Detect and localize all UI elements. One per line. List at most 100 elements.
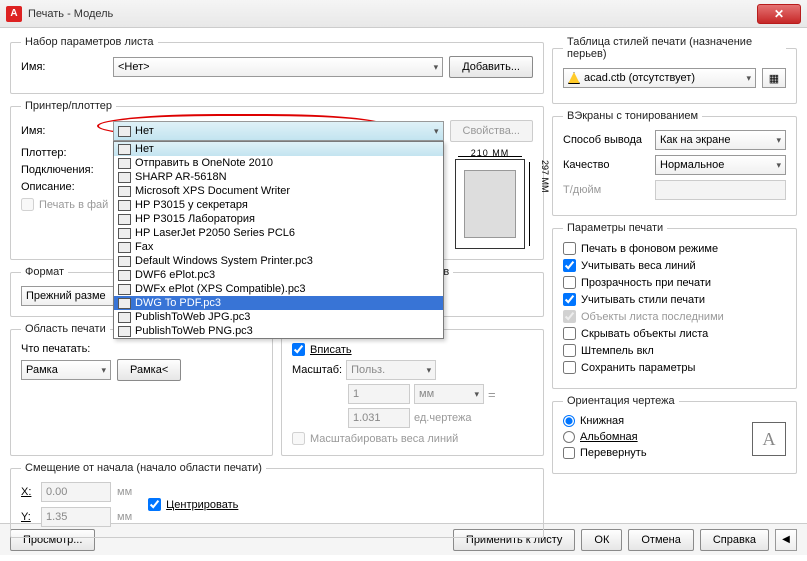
collapse-button[interactable]: ◀ (775, 529, 797, 551)
y-offset-input: 1.35 (41, 507, 111, 527)
scale-group: штао печат Вписать Масштаб: Польз. 1 мм … (281, 323, 544, 456)
plot-area-combo[interactable]: Рамка (21, 360, 111, 380)
dropdown-item[interactable]: Fax (114, 240, 443, 254)
titlebar: A Печать - Модель ✕ (0, 0, 807, 28)
add-page-setup-button[interactable]: Добавить... (449, 56, 533, 78)
help-button[interactable]: Справка (700, 529, 769, 551)
what-to-print-label: Что печатать: (21, 343, 262, 355)
quality-combo[interactable]: Нормальное (655, 155, 786, 175)
printer-icon (118, 270, 131, 281)
quality-label: Качество (563, 159, 649, 171)
shaded-viewport-group: ВЭкраны с тонированием Способ выводаКак … (552, 110, 797, 216)
print-options-group: Параметры печати Печать в фоновом режиме… (552, 222, 797, 389)
connection-label: Подключения: (21, 164, 107, 176)
page-setup-legend: Набор параметров листа (21, 36, 158, 48)
dropdown-item[interactable]: Нет (114, 142, 443, 156)
drawing-unit-label: ед.чертежа (414, 412, 471, 424)
orientation-legend: Ориентация чертежа (563, 395, 679, 407)
description-label: Описание: (21, 181, 107, 193)
reverse-checkbox[interactable]: Перевернуть (563, 447, 744, 459)
cancel-button[interactable]: Отмена (628, 529, 693, 551)
printer-icon (118, 284, 131, 295)
page-setup-name-label: Имя: (21, 61, 107, 73)
print-option-checkbox[interactable]: Учитывать стили печати (563, 293, 786, 306)
y-unit: мм (117, 511, 132, 523)
scale-unit-input: 1 (348, 384, 410, 404)
landscape-radio[interactable]: Альбомная (563, 431, 744, 443)
dropdown-item[interactable]: PublishToWeb JPG.pc3 (114, 310, 443, 324)
printer-icon (118, 172, 131, 183)
dropdown-item[interactable]: Отправить в OneNote 2010 (114, 156, 443, 170)
printer-icon (118, 186, 131, 197)
format-legend: Формат (21, 266, 68, 278)
window-title: Печать - Модель (28, 8, 757, 20)
dropdown-item[interactable]: HP P3015 у секретаря (114, 198, 443, 212)
paper-height: 297 MM (540, 160, 550, 248)
dropdown-item[interactable]: HP LaserJet P2050 Series PCL6 (114, 226, 443, 240)
scale-drawing-input: 1.031 (348, 408, 410, 428)
printer-icon (118, 256, 131, 267)
dropdown-item[interactable]: DWFx ePlot (XPS Compatible).pc3 (114, 282, 443, 296)
print-option-checkbox[interactable]: Штемпель вкл (563, 344, 786, 357)
paper-preview: 210 MM 297 MM (455, 159, 525, 249)
printer-icon (118, 326, 131, 337)
area-legend: Область печати (21, 323, 110, 335)
plotter-label: Плоттер: (21, 147, 107, 159)
print-option-checkbox[interactable]: Прозрачность при печати (563, 276, 786, 289)
y-label: Y: (21, 511, 35, 523)
dropdown-item-selected[interactable]: DWG To PDF.pc3 (114, 296, 443, 310)
print-option-checkbox: Объекты листа последними (563, 310, 786, 323)
x-label: X: (21, 486, 35, 498)
ok-button[interactable]: ОК (581, 529, 622, 551)
dropdown-item[interactable]: DWF6 ePlot.pc3 (114, 268, 443, 282)
shade-mode-combo[interactable]: Как на экране (655, 130, 786, 150)
styles-legend: Таблица стилей печати (назначение перьев… (563, 36, 786, 60)
plot-style-combo[interactable]: acad.ctb (отсутствует) (563, 68, 756, 88)
x-offset-input: 0.00 (41, 482, 111, 502)
print-option-checkbox[interactable]: Учитывать веса линий (563, 259, 786, 272)
frame-button[interactable]: Рамка< (117, 359, 181, 381)
printer-icon (118, 312, 131, 323)
dropdown-item[interactable]: HP P3015 Лаборатория (114, 212, 443, 226)
scale-label: Масштаб: (292, 364, 342, 376)
page-setup-group: Набор параметров листа Имя: <Нет> Добави… (10, 36, 544, 94)
center-checkbox[interactable]: Центрировать (148, 498, 238, 511)
print-option-checkbox[interactable]: Скрывать объекты листа (563, 327, 786, 340)
dropdown-item[interactable]: Default Windows System Printer.pc3 (114, 254, 443, 268)
scale-unit-combo: мм (414, 384, 484, 404)
offset-group: Смещение от начала (начало области печат… (10, 462, 544, 538)
printer-dropdown[interactable]: Нет Отправить в OneNote 2010 SHARP AR-56… (113, 141, 444, 339)
portrait-radio[interactable]: Книжная (563, 415, 744, 427)
printer-icon (118, 144, 131, 155)
orientation-preview-icon: A (752, 422, 786, 456)
printer-properties-button: Свойства... (450, 120, 533, 142)
printer-name-label: Имя: (21, 125, 107, 137)
printer-icon (118, 126, 131, 137)
printer-legend: Принтер/плоттер (21, 100, 116, 112)
orientation-group: Ориентация чертежа Книжная Альбомная Пер… (552, 395, 797, 474)
close-button[interactable]: ✕ (757, 4, 801, 24)
scale-lineweights-checkbox: Масштабировать веса линий (292, 432, 533, 445)
shade-mode-label: Способ вывода (563, 134, 649, 146)
fit-checkbox[interactable]: Вписать (292, 343, 533, 356)
printer-icon (118, 298, 131, 309)
dropdown-item[interactable]: PublishToWeb PNG.pc3 (114, 324, 443, 338)
x-unit: мм (117, 486, 132, 498)
warning-icon (568, 72, 580, 84)
app-icon: A (6, 6, 22, 22)
dropdown-item[interactable]: SHARP AR-5618N (114, 170, 443, 184)
plot-style-edit-button[interactable]: ▦ (762, 68, 786, 88)
print-option-checkbox[interactable]: Сохранить параметры (563, 361, 786, 374)
dpi-input (655, 180, 786, 200)
printer-combo[interactable]: Нет (113, 121, 444, 141)
dropdown-item[interactable]: Microsoft XPS Document Writer (114, 184, 443, 198)
plot-styles-group: Таблица стилей печати (назначение перьев… (552, 36, 797, 104)
plot-area-group: Область печати Что печатать: Рамка Рамка… (10, 323, 273, 456)
print-options-legend: Параметры печати (563, 222, 667, 234)
page-setup-combo[interactable]: <Нет> (113, 57, 443, 77)
printer-group: Принтер/плоттер Имя: Нет Нет Отправить в… (10, 100, 544, 260)
offset-legend: Смещение от начала (начало области печат… (21, 462, 266, 474)
print-option-checkbox[interactable]: Печать в фоновом режиме (563, 242, 786, 255)
printer-icon (118, 200, 131, 211)
printer-icon (118, 242, 131, 253)
